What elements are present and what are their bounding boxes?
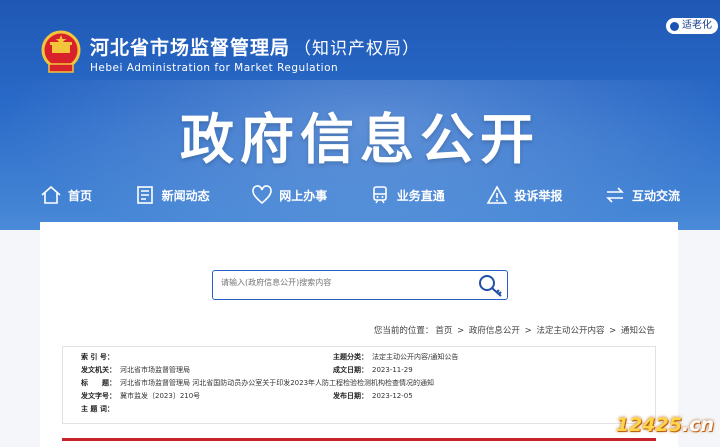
elder-mode-icon — [670, 21, 679, 31]
search-input[interactable] — [221, 278, 461, 287]
nav-item-interaction[interactable]: 互动交流 — [604, 180, 680, 210]
elder-mode-button[interactable]: 适老化 — [666, 18, 718, 34]
nav-item-label: 新闻动态 — [161, 188, 210, 203]
info-title: 标 题： 河北省市场监督管理局 河北省国防动员办公室关于印发2023年人防工程检验… — [81, 379, 435, 387]
main-nav: 首页 新闻动态 网上办事 业务直通 投诉举报 互动交流 — [40, 180, 680, 210]
nav-item-label: 网上办事 — [279, 188, 328, 203]
nav-item-news[interactable]: 新闻动态 — [134, 180, 210, 210]
page-title: 政府信息公开 — [180, 108, 540, 171]
heart-icon — [252, 185, 272, 205]
search-box — [212, 270, 508, 300]
breadcrumb-item-gov-info[interactable]: 政府信息公开 — [469, 326, 520, 336]
national-emblem-icon — [41, 30, 81, 73]
site-name-english: Hebei Administration for Market Regulati… — [90, 62, 339, 74]
breadcrumb-separator: > — [524, 326, 532, 336]
nav-item-label: 业务直通 — [396, 188, 445, 203]
title-divider — [62, 438, 656, 441]
nav-item-label: 互动交流 — [631, 188, 680, 203]
info-keywords: 主 题 词： — [81, 405, 114, 413]
nav-item-business[interactable]: 业务直通 — [369, 180, 445, 210]
breadcrumb-separator: > — [609, 326, 617, 336]
site-name-main: 河北省市场监督管理局 — [90, 37, 291, 59]
nav-item-complaint[interactable]: 投诉举报 — [486, 180, 562, 210]
elder-mode-label: 适老化 — [682, 20, 712, 31]
exchange-icon — [606, 187, 624, 203]
home-icon — [41, 185, 61, 204]
site-name-paren: （知识产权局） — [294, 39, 421, 59]
nav-item-label: 首页 — [68, 188, 93, 203]
nav-item-label: 投诉举报 — [514, 188, 563, 203]
news-icon — [136, 186, 153, 204]
breadcrumb-item-home[interactable]: 首页 — [435, 326, 452, 336]
header-banner: 河北省市场监督管理局 （知识产权局） Hebei Administration f… — [0, 0, 720, 230]
breadcrumb: 您当前的位置： 首页 > 政府信息公开 > 法定主动公开内容 > 通知公告 — [373, 324, 656, 336]
train-icon — [372, 186, 387, 204]
breadcrumb-item-statutory[interactable]: 法定主动公开内容 — [536, 326, 604, 336]
search-icon[interactable] — [475, 272, 505, 300]
warning-icon — [487, 185, 508, 204]
breadcrumb-prefix: 您当前的位置： — [373, 326, 434, 336]
info-issuer: 发文机关： 河北省市场监督管理局 — [81, 366, 190, 374]
content-panel: 您当前的位置：首页 > 政府信息公开 > 法定主动公开内容 > 通知公告 索 引… — [40, 222, 678, 447]
nav-item-home[interactable]: 首页 — [40, 180, 92, 210]
breadcrumb-separator: > — [457, 326, 465, 336]
info-written-date: 成文日期： 2023-11-29 — [333, 366, 413, 374]
site-watermark: 12425.cn — [615, 414, 714, 436]
info-theme: 主题分类： 法定主动公开内容/通知公告 — [333, 353, 459, 361]
nav-item-online-service[interactable]: 网上办事 — [251, 180, 327, 210]
site-name: 河北省市场监督管理局 （知识产权局） — [90, 33, 420, 60]
info-index-number: 索 引 号： — [81, 353, 114, 361]
breadcrumb-item-notice[interactable]: 通知公告 — [621, 326, 655, 336]
info-doc-number: 发文字号： 冀市监发〔2023〕210号 — [81, 392, 201, 400]
info-publish-date: 发布日期： 2023-12-05 — [333, 392, 413, 400]
document-info-table: 索 引 号： 主题分类： 法定主动公开内容/通知公告 发文机关： 河北省市场监督管理… — [62, 346, 656, 424]
